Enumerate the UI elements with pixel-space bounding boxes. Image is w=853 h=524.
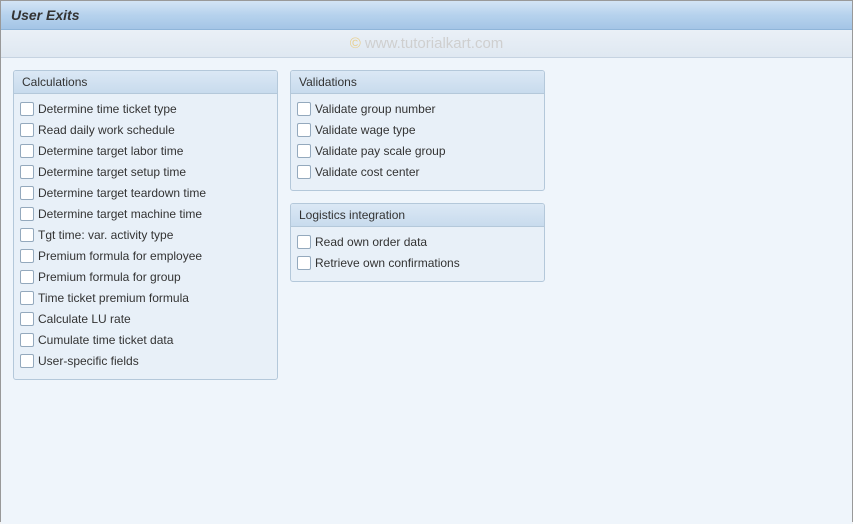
checkbox-label: User-specific fields bbox=[38, 354, 139, 368]
check-row: Validate pay scale group bbox=[297, 140, 538, 161]
check-row: Cumulate time ticket data bbox=[20, 329, 271, 350]
checkbox-user-specific-fields[interactable] bbox=[20, 354, 34, 368]
checkbox-read-daily-work-schedule[interactable] bbox=[20, 123, 34, 137]
check-row: Determine target teardown time bbox=[20, 182, 271, 203]
group-logistics-integration: Logistics integration Read own order dat… bbox=[290, 203, 545, 282]
check-row: Determine target setup time bbox=[20, 161, 271, 182]
check-row: Tgt time: var. activity type bbox=[20, 224, 271, 245]
checkbox-label: Time ticket premium formula bbox=[38, 291, 189, 305]
group-calculations: Calculations Determine time ticket type … bbox=[13, 70, 278, 380]
checkbox-label: Cumulate time ticket data bbox=[38, 333, 173, 347]
checkbox-label: Tgt time: var. activity type bbox=[38, 228, 173, 242]
right-column: Validations Validate group number Valida… bbox=[290, 70, 545, 392]
page-title: User Exits bbox=[11, 7, 842, 23]
group-header-calculations: Calculations bbox=[14, 71, 277, 94]
checkbox-label: Premium formula for group bbox=[38, 270, 181, 284]
checkbox-retrieve-own-confirmations[interactable] bbox=[297, 256, 311, 270]
checkbox-label: Determine target machine time bbox=[38, 207, 202, 221]
checkbox-time-ticket-premium-formula[interactable] bbox=[20, 291, 34, 305]
checkbox-label: Validate group number bbox=[315, 102, 436, 116]
checkbox-label: Calculate LU rate bbox=[38, 312, 131, 326]
checkbox-label: Premium formula for employee bbox=[38, 249, 202, 263]
check-row: Time ticket premium formula bbox=[20, 287, 271, 308]
check-row: Calculate LU rate bbox=[20, 308, 271, 329]
checkbox-label: Determine target labor time bbox=[38, 144, 183, 158]
checkbox-premium-formula-group[interactable] bbox=[20, 270, 34, 284]
checkbox-validate-cost-center[interactable] bbox=[297, 165, 311, 179]
checkbox-read-own-order-data[interactable] bbox=[297, 235, 311, 249]
checkbox-determine-target-setup-time[interactable] bbox=[20, 165, 34, 179]
checkbox-label: Determine target setup time bbox=[38, 165, 186, 179]
check-row: Read daily work schedule bbox=[20, 119, 271, 140]
checkbox-tgt-time-var-activity-type[interactable] bbox=[20, 228, 34, 242]
watermark-text: www.tutorialkart.com bbox=[365, 35, 503, 52]
checkbox-label: Validate cost center bbox=[315, 165, 420, 179]
check-row: Validate cost center bbox=[297, 161, 538, 182]
layout-columns: Calculations Determine time ticket type … bbox=[13, 70, 840, 392]
check-row: Validate group number bbox=[297, 98, 538, 119]
checkbox-label: Read daily work schedule bbox=[38, 123, 175, 137]
checkbox-determine-target-machine-time[interactable] bbox=[20, 207, 34, 221]
group-header-logistics: Logistics integration bbox=[291, 204, 544, 227]
group-body-calculations: Determine time ticket type Read daily wo… bbox=[14, 94, 277, 379]
checkbox-validate-wage-type[interactable] bbox=[297, 123, 311, 137]
checkbox-validate-group-number[interactable] bbox=[297, 102, 311, 116]
group-header-validations: Validations bbox=[291, 71, 544, 94]
check-row: User-specific fields bbox=[20, 350, 271, 371]
check-row: Determine target machine time bbox=[20, 203, 271, 224]
checkbox-cumulate-time-ticket-data[interactable] bbox=[20, 333, 34, 347]
check-row: Retrieve own confirmations bbox=[297, 252, 538, 273]
checkbox-label: Validate wage type bbox=[315, 123, 416, 137]
checkbox-label: Determine time ticket type bbox=[38, 102, 177, 116]
checkbox-label: Retrieve own confirmations bbox=[315, 256, 460, 270]
check-row: Validate wage type bbox=[297, 119, 538, 140]
content-area: Calculations Determine time ticket type … bbox=[1, 58, 852, 524]
checkbox-premium-formula-employee[interactable] bbox=[20, 249, 34, 263]
checkbox-determine-time-ticket-type[interactable] bbox=[20, 102, 34, 116]
check-row: Premium formula for employee bbox=[20, 245, 271, 266]
window-header: User Exits bbox=[1, 1, 852, 30]
group-validations: Validations Validate group number Valida… bbox=[290, 70, 545, 191]
checkbox-calculate-lu-rate[interactable] bbox=[20, 312, 34, 326]
check-row: Determine target labor time bbox=[20, 140, 271, 161]
copyright-symbol: © bbox=[350, 35, 361, 52]
left-column: Calculations Determine time ticket type … bbox=[13, 70, 278, 392]
check-row: Read own order data bbox=[297, 231, 538, 252]
checkbox-validate-pay-scale-group[interactable] bbox=[297, 144, 311, 158]
checkbox-determine-target-teardown-time[interactable] bbox=[20, 186, 34, 200]
group-body-validations: Validate group number Validate wage type… bbox=[291, 94, 544, 190]
checkbox-label: Read own order data bbox=[315, 235, 427, 249]
toolbar-row: © www.tutorialkart.com bbox=[1, 30, 852, 58]
checkbox-label: Validate pay scale group bbox=[315, 144, 446, 158]
group-body-logistics: Read own order data Retrieve own confirm… bbox=[291, 227, 544, 281]
checkbox-determine-target-labor-time[interactable] bbox=[20, 144, 34, 158]
checkbox-label: Determine target teardown time bbox=[38, 186, 206, 200]
check-row: Determine time ticket type bbox=[20, 98, 271, 119]
check-row: Premium formula for group bbox=[20, 266, 271, 287]
